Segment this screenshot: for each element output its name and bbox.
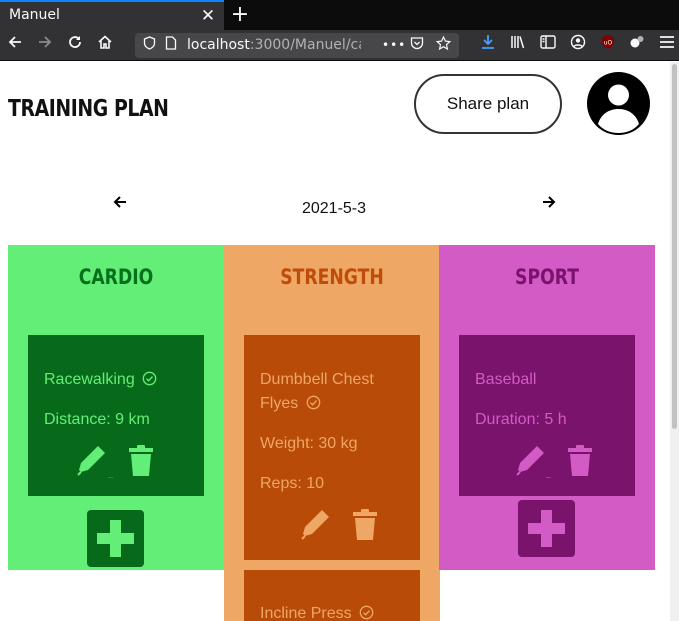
browser-toolbar: localhost:3000/Manuel/cal ••• uO <box>0 30 679 61</box>
trash-icon[interactable] <box>562 443 598 479</box>
url-bar[interactable]: localhost:3000/Manuel/cal ••• <box>135 33 459 58</box>
check-circle-icon <box>139 371 157 388</box>
column-title: SPORT <box>515 265 579 289</box>
trash-icon[interactable] <box>123 443 159 479</box>
exercise-name: Incline Press <box>260 605 374 621</box>
check-circle-icon <box>303 395 321 412</box>
page-scrollbar[interactable] <box>670 62 679 621</box>
exercise-card: Incline Press <box>244 570 420 621</box>
exercise-detail: Duration: 5 h <box>475 411 567 428</box>
exercise-detail-reps: Reps: 10 <box>260 475 325 492</box>
share-plan-button[interactable]: Share plan <box>414 74 562 134</box>
page-icon[interactable] <box>162 36 180 54</box>
exercise-name-line-2: Flyes <box>260 395 321 413</box>
exercise-name-text: Flyes <box>260 395 299 412</box>
exercise-name-text: Incline Press <box>260 605 352 621</box>
edit-link-underline <box>546 477 551 478</box>
exercise-detail: Distance: 9 km <box>44 411 150 428</box>
add-exercise-button[interactable] <box>518 500 575 557</box>
close-icon[interactable]: ✕ <box>199 6 217 26</box>
extension-icon[interactable] <box>626 34 648 56</box>
exercise-detail-weight: Weight: 30 kg <box>260 435 358 452</box>
scrollbar-thumb[interactable] <box>672 64 677 429</box>
more-actions-icon[interactable]: ••• <box>382 36 405 54</box>
bookmark-star-icon[interactable] <box>434 35 452 54</box>
exercise-name: Baseball <box>475 371 537 388</box>
pocket-icon[interactable] <box>408 36 426 54</box>
previous-day-button[interactable] <box>108 192 132 216</box>
pencil-icon[interactable] <box>74 443 110 479</box>
arrow-right-icon <box>541 194 557 214</box>
new-tab-icon[interactable]: + <box>228 2 252 28</box>
exercise-name-text: Racewalking <box>44 371 135 388</box>
exercise-card: Baseball Duration: 5 h <box>459 335 635 496</box>
menu-icon[interactable] <box>656 34 678 56</box>
shield-icon[interactable] <box>140 36 158 54</box>
url-host: localhost <box>187 37 250 53</box>
exercise-name-line-1: Dumbbell Chest <box>260 371 374 388</box>
pencil-icon[interactable] <box>513 443 549 479</box>
column-cardio: CARDIO Racewalking Distance: 9 km <box>8 245 224 570</box>
back-icon[interactable] <box>4 34 26 56</box>
browser-tab[interactable]: Manuel ✕ <box>0 0 224 30</box>
column-title: STRENGTH <box>280 265 384 289</box>
svg-text:uO: uO <box>604 40 613 47</box>
exercise-name: Racewalking <box>44 371 157 389</box>
page-content: TRAINING PLAN Share plan 2021-5-3 CARDIO… <box>0 62 679 621</box>
add-exercise-button[interactable] <box>87 510 144 567</box>
edit-link-underline <box>331 541 336 542</box>
library-icon[interactable] <box>507 34 529 56</box>
current-date: 2021-5-3 <box>301 200 367 217</box>
trash-icon[interactable] <box>347 507 383 543</box>
download-icon[interactable] <box>477 34 499 56</box>
column-sport: SPORT Baseball Duration: 5 h <box>439 245 655 570</box>
account-icon[interactable] <box>567 34 589 56</box>
home-icon[interactable] <box>94 34 116 56</box>
exercise-card: Dumbbell Chest Flyes Weight: 30 kg Reps:… <box>244 335 420 560</box>
edit-link-underline <box>108 477 113 478</box>
check-circle-icon <box>356 605 374 621</box>
page-title: TRAINING PLAN <box>8 96 169 122</box>
url-path: :3000/Manuel/cal <box>249 37 361 53</box>
tab-title: Manuel <box>9 7 60 23</box>
next-day-button[interactable] <box>537 192 561 216</box>
browser-tab-bar: Manuel ✕ + <box>0 0 679 30</box>
column-title: CARDIO <box>78 265 154 289</box>
reload-icon[interactable] <box>64 34 86 56</box>
user-icon[interactable] <box>587 72 650 135</box>
card-actions <box>459 443 635 483</box>
url-text: localhost:3000/Manuel/cal <box>187 37 361 53</box>
ublock-icon[interactable]: uO <box>597 34 619 56</box>
card-actions <box>244 507 420 547</box>
forward-icon[interactable] <box>34 34 56 56</box>
sidebar-icon[interactable] <box>537 34 559 56</box>
exercise-card: Racewalking Distance: 9 km <box>28 335 204 496</box>
column-strength: STRENGTH Dumbbell Chest Flyes Weight: 30… <box>224 245 440 621</box>
card-actions <box>28 443 204 483</box>
arrow-left-icon <box>112 194 128 214</box>
pencil-icon[interactable] <box>298 507 334 543</box>
